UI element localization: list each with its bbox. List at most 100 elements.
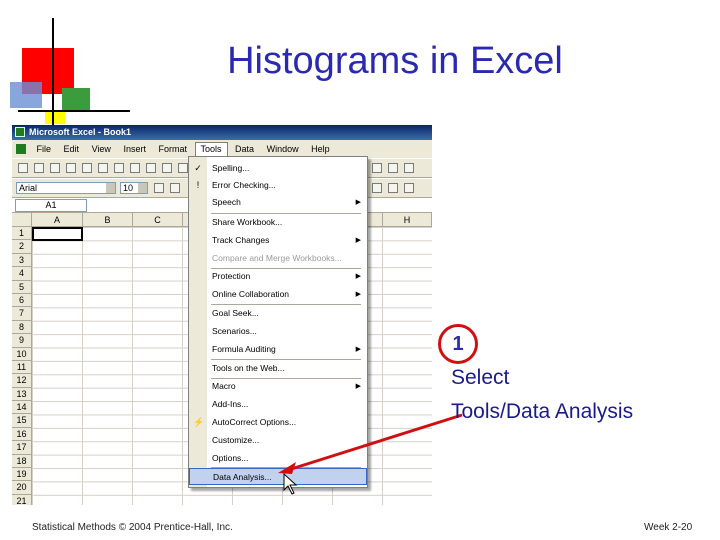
row-header[interactable]: 13 [12, 387, 32, 402]
menu-item-label: Speech [212, 197, 241, 207]
row-header[interactable]: 18 [12, 454, 32, 469]
menu-item-spelling[interactable]: ✓ Spelling... [189, 160, 367, 177]
row-header[interactable]: 10 [12, 347, 32, 361]
chart-wizard-icon[interactable] [388, 163, 398, 173]
submenu-arrow-icon: ▶ [355, 237, 361, 244]
copy-icon[interactable] [162, 163, 172, 173]
menu-item-label: Data Analysis... [213, 472, 272, 482]
select-all-corner[interactable] [12, 213, 32, 227]
permission-icon[interactable] [66, 163, 76, 173]
column-header-b[interactable]: B [83, 213, 133, 227]
chevron-down-icon[interactable] [106, 183, 115, 193]
decor-green-square [62, 88, 90, 110]
menu-item-scenarios[interactable]: Scenarios... [189, 323, 367, 340]
menu-item-macro[interactable]: Macro ▶ [189, 378, 367, 395]
cut-icon[interactable] [146, 163, 156, 173]
row-header[interactable]: 4 [12, 267, 32, 281]
autocorrect-icon: ⚡ [193, 417, 205, 427]
menu-item-goal-seek[interactable]: Goal Seek... [189, 305, 367, 322]
menu-item-tools-on-web[interactable]: Tools on the Web... [189, 360, 367, 377]
paste-icon[interactable] [178, 163, 188, 173]
spelling-toolbar-icon[interactable] [114, 163, 124, 173]
menu-item-label: Customize... [212, 435, 260, 445]
row-header[interactable]: 7 [12, 307, 32, 321]
row-header[interactable]: 14 [12, 401, 32, 415]
row-header[interactable]: 12 [12, 374, 32, 388]
footer-copyright: Statistical Methods © 2004 Prentice-Hall… [32, 522, 233, 533]
menu-item-track-changes[interactable]: Track Changes ▶ [189, 232, 367, 249]
row-header[interactable]: 5 [12, 280, 32, 294]
font-size-select[interactable]: 10 [120, 182, 148, 194]
font-name-select[interactable]: Arial [16, 182, 116, 194]
font-size-value: 10 [123, 183, 134, 193]
new-icon[interactable] [18, 163, 28, 173]
row-header[interactable]: 11 [12, 360, 32, 375]
drawing-icon[interactable] [404, 163, 414, 173]
menu-edit[interactable]: Edit [59, 141, 85, 157]
submenu-arrow-icon: ▶ [355, 199, 361, 206]
menu-view[interactable]: View [87, 141, 116, 157]
menu-item-label: Add-Ins... [212, 399, 249, 409]
menu-item-options[interactable]: Options... [189, 450, 367, 467]
menu-item-compare-merge: Compare and Merge Workbooks... [189, 250, 367, 267]
row-header[interactable]: 1 [12, 227, 32, 241]
row-header[interactable]: 8 [12, 320, 32, 335]
research-icon[interactable] [130, 163, 140, 173]
menu-item-customize[interactable]: Customize... [189, 432, 367, 449]
menu-item-data-analysis[interactable]: Data Analysis... [189, 468, 367, 485]
row-header[interactable]: 15 [12, 414, 32, 428]
font-name-value: Arial [19, 183, 38, 193]
menu-item-error-checking[interactable]: ! Error Checking... [189, 177, 367, 194]
row-header[interactable]: 17 [12, 441, 32, 455]
bold-icon[interactable] [154, 183, 164, 193]
submenu-arrow-icon: ▶ [355, 346, 361, 353]
font-color-icon[interactable] [404, 183, 414, 193]
print-icon[interactable] [82, 163, 92, 173]
menu-item-label: Share Workbook... [212, 217, 283, 227]
row-header[interactable]: 2 [12, 240, 32, 254]
save-icon[interactable] [50, 163, 60, 173]
footer-page-number: Week 2-20 [644, 522, 693, 533]
menu-item-share-workbook[interactable]: Share Workbook... [189, 214, 367, 231]
step-number-badge: 1 [438, 324, 478, 364]
menu-item-speech[interactable]: Speech ▶ [189, 194, 367, 211]
menu-item-label: Goal Seek... [212, 308, 259, 318]
menu-data[interactable]: Data [230, 141, 259, 157]
menu-tools[interactable]: Tools [194, 142, 228, 157]
decor-horizontal-line [18, 110, 130, 112]
menu-item-protection[interactable]: Protection ▶ [189, 268, 367, 285]
open-icon[interactable] [34, 163, 44, 173]
menu-item-label: AutoCorrect Options... [212, 417, 297, 427]
menu-format[interactable]: Format [153, 141, 192, 157]
fill-color-icon[interactable] [388, 183, 398, 193]
row-header[interactable]: 9 [12, 334, 32, 348]
italic-icon[interactable] [170, 183, 180, 193]
preview-icon[interactable] [98, 163, 108, 173]
menu-help[interactable]: Help [306, 141, 335, 157]
column-header-h[interactable]: H [383, 213, 432, 227]
menu-item-label: Macro [212, 381, 236, 391]
sort-icon[interactable] [372, 163, 382, 173]
row-header[interactable]: 16 [12, 427, 32, 442]
column-header-c[interactable]: C [133, 213, 183, 227]
menu-item-online-collaboration[interactable]: Online Collaboration ▶ [189, 286, 367, 303]
name-box[interactable]: A1 [15, 199, 87, 212]
row-header[interactable]: 6 [12, 293, 32, 308]
menu-window[interactable]: Window [262, 141, 304, 157]
menu-item-formula-auditing[interactable]: Formula Auditing ▶ [189, 341, 367, 358]
spelling-icon: ✓ [194, 163, 202, 173]
menu-file[interactable]: File [32, 141, 57, 157]
row-header[interactable]: 3 [12, 253, 32, 268]
row-header[interactable]: 21 [12, 494, 32, 505]
excel-titlebar: Microsoft Excel - Book1 [12, 125, 432, 140]
active-cell[interactable] [32, 227, 83, 241]
row-header[interactable]: 19 [12, 468, 32, 482]
menu-item-autocorrect[interactable]: ⚡ AutoCorrect Options... [189, 414, 367, 431]
row-headers: 1 2 3 4 5 6 7 8 9 10 11 12 13 14 15 16 1… [12, 227, 32, 505]
borders-icon[interactable] [372, 183, 382, 193]
menu-insert[interactable]: Insert [118, 141, 151, 157]
chevron-down-icon[interactable] [138, 183, 147, 193]
column-header-a[interactable]: A [32, 213, 83, 227]
row-header[interactable]: 20 [12, 481, 32, 495]
menu-item-add-ins[interactable]: Add-Ins... [189, 396, 367, 413]
